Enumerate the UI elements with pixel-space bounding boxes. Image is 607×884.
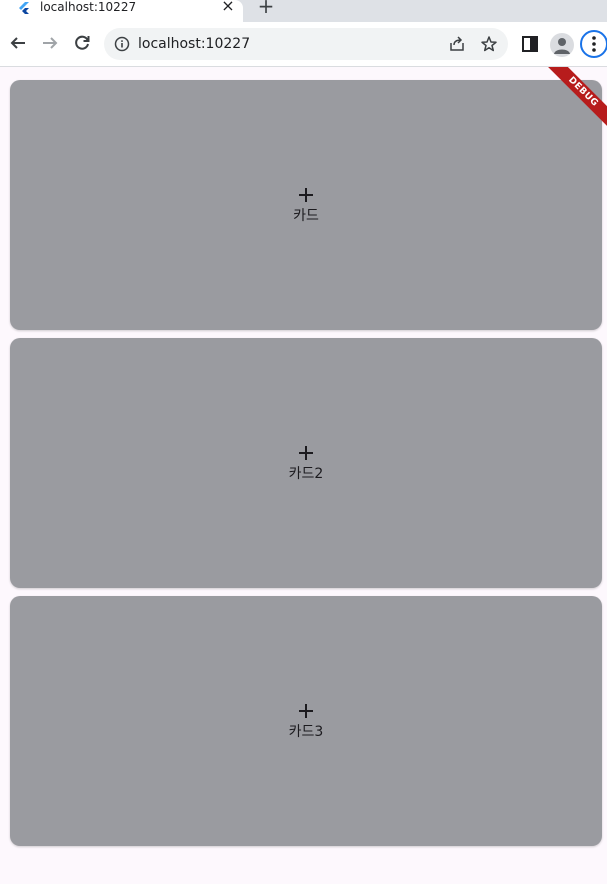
- card-1[interactable]: 카드: [10, 80, 602, 330]
- arrow-left-icon: [10, 37, 25, 49]
- profile-avatar[interactable]: [550, 33, 574, 57]
- card-label: 카드: [293, 208, 319, 224]
- person-icon: [554, 38, 570, 54]
- add-icon: [299, 188, 313, 202]
- info-icon[interactable]: [114, 36, 130, 52]
- star-icon[interactable]: [480, 35, 498, 53]
- new-tab-button[interactable]: +: [257, 0, 275, 16]
- back-button[interactable]: [7, 32, 29, 54]
- reload-button[interactable]: [71, 32, 93, 54]
- browser-toolbar: localhost:10227: [0, 22, 607, 67]
- card-3[interactable]: 카드3: [10, 596, 602, 846]
- side-panel-icon[interactable]: [519, 33, 541, 55]
- card-label: 카드3: [288, 724, 324, 740]
- url-text[interactable]: localhost:10227: [138, 28, 250, 60]
- arrow-right-icon: [43, 37, 58, 49]
- address-bar[interactable]: localhost:10227: [104, 28, 508, 60]
- share-icon[interactable]: [448, 35, 466, 53]
- tab-title: localhost:10227: [40, 0, 137, 14]
- flutter-icon: [19, 2, 29, 14]
- add-icon: [299, 446, 313, 460]
- reload-icon: [75, 35, 90, 50]
- card-label: 카드2: [288, 466, 324, 482]
- browser-tab[interactable]: localhost:10227 ×: [0, 0, 243, 22]
- page-viewport: 카드 카드2 카드3 DEBUG: [0, 67, 607, 884]
- add-icon: [299, 704, 313, 718]
- forward-button[interactable]: [39, 32, 61, 54]
- tab-strip: localhost:10227 × +: [0, 0, 607, 22]
- card-2[interactable]: 카드2: [10, 338, 602, 588]
- tab-close-icon[interactable]: ×: [220, 0, 236, 14]
- more-vert-icon: [592, 36, 596, 52]
- browser-menu-button[interactable]: [580, 30, 607, 58]
